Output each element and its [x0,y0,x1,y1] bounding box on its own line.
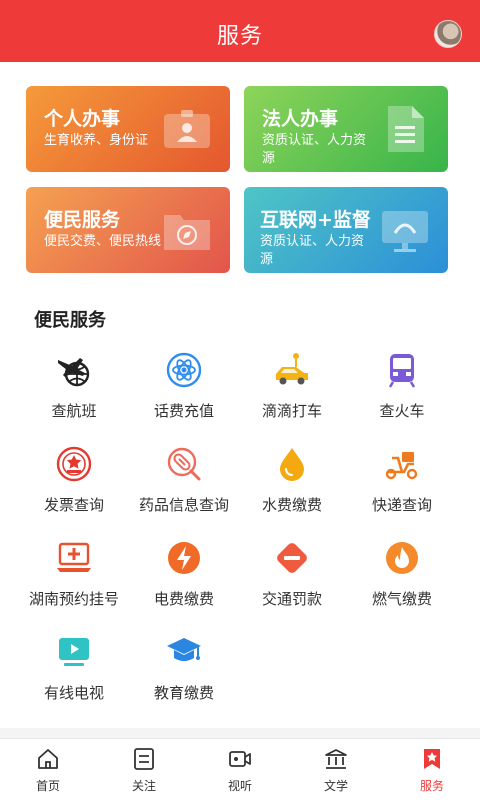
service-label: 查航班 [51,402,97,420]
nav-label: 服务 [419,779,444,793]
bookmark-star-icon [424,749,440,769]
service-label: 湖南预约挂号 [28,590,119,608]
service-hunan-hospital-booking[interactable]: 湖南预约挂号 [14,540,134,626]
scooter-icon [385,452,418,480]
card-subtitle: 便民交费、便民热线 [44,234,162,249]
page-title: 服务 [216,24,263,49]
service-label: 水费缴费 [261,496,322,514]
service-label: 交通罚款 [261,590,322,608]
water-drop-icon [280,448,304,481]
graduation-cap-icon [167,638,201,661]
service-phone-recharge[interactable]: 话费充值 [124,352,244,438]
card-title: 便民服务 [44,209,121,231]
nav-label: 首页 [35,779,60,793]
service-invoice-query[interactable]: 发票查询 [14,446,134,532]
avatar[interactable] [434,20,462,48]
nav-label: 文学 [323,779,348,793]
nav-label: 关注 [131,779,156,793]
section-title: 便民服务 [34,310,106,331]
service-label: 滴滴打车 [261,402,322,420]
service-label: 电费缴费 [153,590,214,608]
train-icon [388,354,416,388]
service-gas-payment[interactable]: 燃气缴费 [342,540,462,626]
service-label: 燃气缴费 [371,590,432,608]
nav-item-media[interactable]: 视听 [192,739,288,800]
camera-icon [229,751,251,767]
service-drug-info-query[interactable]: 药品信息查询 [124,446,244,532]
nav-item-home[interactable]: 首页 [0,739,96,800]
service-label: 有线电视 [43,684,104,702]
card-subtitle: 生育收养、身份证 [44,133,149,148]
nav-item-follow[interactable]: 关注 [96,739,192,800]
taxi-icon [276,353,308,385]
card-title: 法人办事 [262,108,339,130]
nav-label: 视听 [227,779,252,793]
service-label: 教育缴费 [153,684,214,702]
card-legal-entity-affairs[interactable]: 法人办事 资质认证、人力资源 [244,86,448,172]
plane-globe-icon [58,358,90,387]
document-icon [388,106,424,152]
service-water-payment[interactable]: 水费缴费 [232,446,352,532]
section-divider [0,728,480,738]
service-label: 查火车 [379,402,425,420]
folder-compass-icon [164,215,210,250]
service-didi-taxi[interactable]: 滴滴打车 [232,352,352,438]
emblem-icon [56,446,92,482]
service-train-query[interactable]: 查火车 [342,352,462,438]
flame-icon [386,542,418,574]
lightning-icon [168,542,200,574]
service-traffic-fines[interactable]: 交通罚款 [232,540,352,626]
pill-icon [167,447,201,481]
service-label: 话费充值 [153,402,214,420]
building-icon [325,749,347,769]
service-flight-query[interactable]: 查航班 [14,352,134,438]
service-electricity-payment[interactable]: 电费缴费 [124,540,244,626]
medical-laptop-icon [57,542,91,572]
tv-play-icon [59,638,89,666]
nav-item-literature[interactable]: 文学 [288,739,384,800]
card-subtitle: 资质认证、人力资源 [260,234,365,267]
service-label: 发票查询 [43,496,104,514]
service-cable-tv[interactable]: 有线电视 [14,634,134,720]
service-label: 药品信息查询 [138,496,229,514]
card-title: 互联网+监督 [260,209,371,231]
no-entry-icon [277,543,307,573]
bottom-nav: 首页 关注 视听 文学 服务 [0,738,480,800]
card-subtitle: 资质认证、人力资源 [262,133,367,166]
service-label: 快递查询 [371,496,432,514]
atom-icon [166,352,202,388]
service-express-query[interactable]: 快递查询 [342,446,462,532]
card-title: 个人办事 [44,108,121,130]
card-personal-affairs[interactable]: 个人办事 生育收养、身份证 [26,86,230,172]
card-internet-supervision[interactable]: 互联网+监督 资质认证、人力资源 [244,187,448,273]
list-icon [134,748,154,770]
monitor-icon [382,211,428,252]
nav-item-services[interactable]: 服务 [384,739,480,800]
card-convenience-services[interactable]: 便民服务 便民交费、便民热线 [26,187,230,273]
id-card-icon [164,110,210,148]
service-education-payment[interactable]: 教育缴费 [124,634,244,720]
home-icon [38,749,58,769]
app-header: 服务 [0,0,480,62]
